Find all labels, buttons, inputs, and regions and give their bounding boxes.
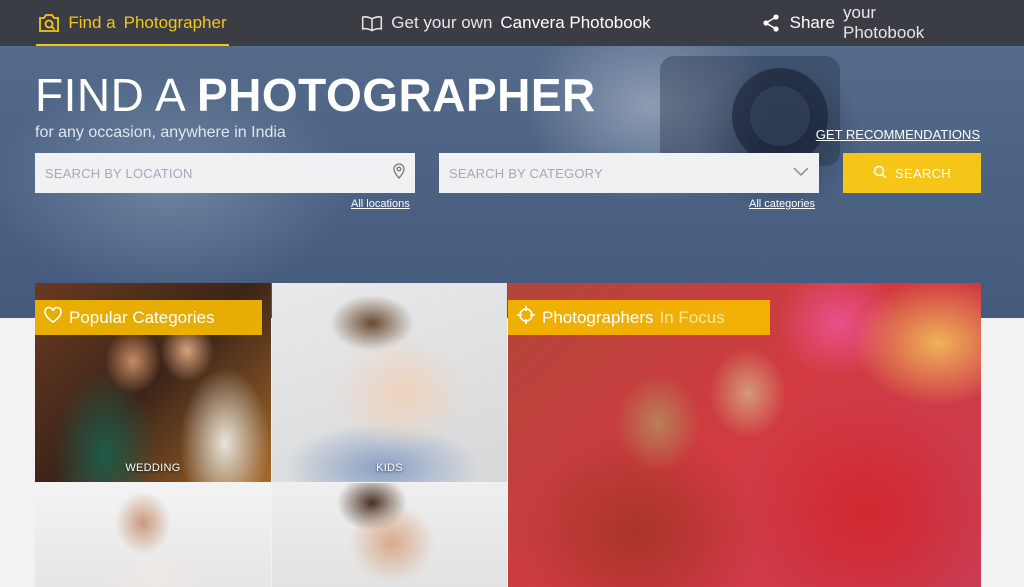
- location-search-input[interactable]: SEARCH BY LOCATION: [35, 153, 415, 193]
- page-title-bold: PHOTOGRAPHER: [197, 69, 596, 121]
- category-select[interactable]: SEARCH BY CATEGORY: [439, 153, 819, 193]
- camera-search-icon: [38, 13, 60, 33]
- popular-categories-badge: Popular Categories: [35, 300, 262, 335]
- tile-label-kids: KIDS: [376, 462, 403, 474]
- share-icon: [760, 13, 782, 33]
- popular-categories-label: Popular Categories: [69, 307, 215, 327]
- map-pin-icon: [393, 162, 405, 184]
- focus-label-prefix: Photographers: [542, 307, 654, 327]
- nav-share-suffix: your Photobook: [842, 3, 925, 42]
- get-recommendations-link[interactable]: GET RECOMMENDATIONS: [816, 127, 980, 142]
- category-tile-maternity[interactable]: [35, 483, 271, 587]
- nav-share-photobook[interactable]: Share your Photobook: [760, 0, 960, 46]
- category-placeholder: SEARCH BY CATEGORY: [449, 165, 603, 181]
- nav-share-strong: Share: [789, 13, 835, 32]
- all-categories-link[interactable]: All categories: [749, 198, 815, 210]
- focus-label-suffix: In Focus: [659, 307, 725, 327]
- search-button-label: SEARCH: [895, 165, 951, 181]
- page-subtitle: for any occasion, anywhere in India: [35, 124, 286, 141]
- heart-icon: [43, 306, 63, 329]
- target-icon: [516, 305, 536, 330]
- book-icon: [361, 13, 383, 33]
- nav-find-strong: Photographer: [123, 13, 227, 32]
- nav-photobook-prefix: Get your own: [391, 13, 493, 32]
- top-nav: Find a Photographer Get your own Canvera…: [0, 0, 1024, 46]
- nav-photobook[interactable]: Get your own Canvera Photobook: [356, 0, 656, 46]
- page-title-light: FIND A: [35, 69, 184, 121]
- nav-find-prefix: Find a: [68, 13, 116, 32]
- nav-photobook-strong: Canvera Photobook: [500, 13, 651, 32]
- category-tile-portfolio[interactable]: [272, 483, 507, 587]
- page-title: FIND A PHOTOGRAPHER: [35, 68, 596, 122]
- tile-label-wedding: WEDDING: [125, 462, 181, 474]
- all-locations-link[interactable]: All locations: [351, 198, 410, 210]
- location-placeholder: SEARCH BY LOCATION: [45, 165, 193, 181]
- search-icon: [873, 165, 887, 182]
- search-button[interactable]: SEARCH: [843, 153, 981, 193]
- category-tile-kids[interactable]: KIDS: [272, 283, 507, 482]
- nav-find-photographer[interactable]: Find a Photographer: [36, 0, 229, 46]
- chevron-down-icon: [793, 164, 809, 182]
- photographers-in-focus-badge: Photographers In Focus: [508, 300, 770, 335]
